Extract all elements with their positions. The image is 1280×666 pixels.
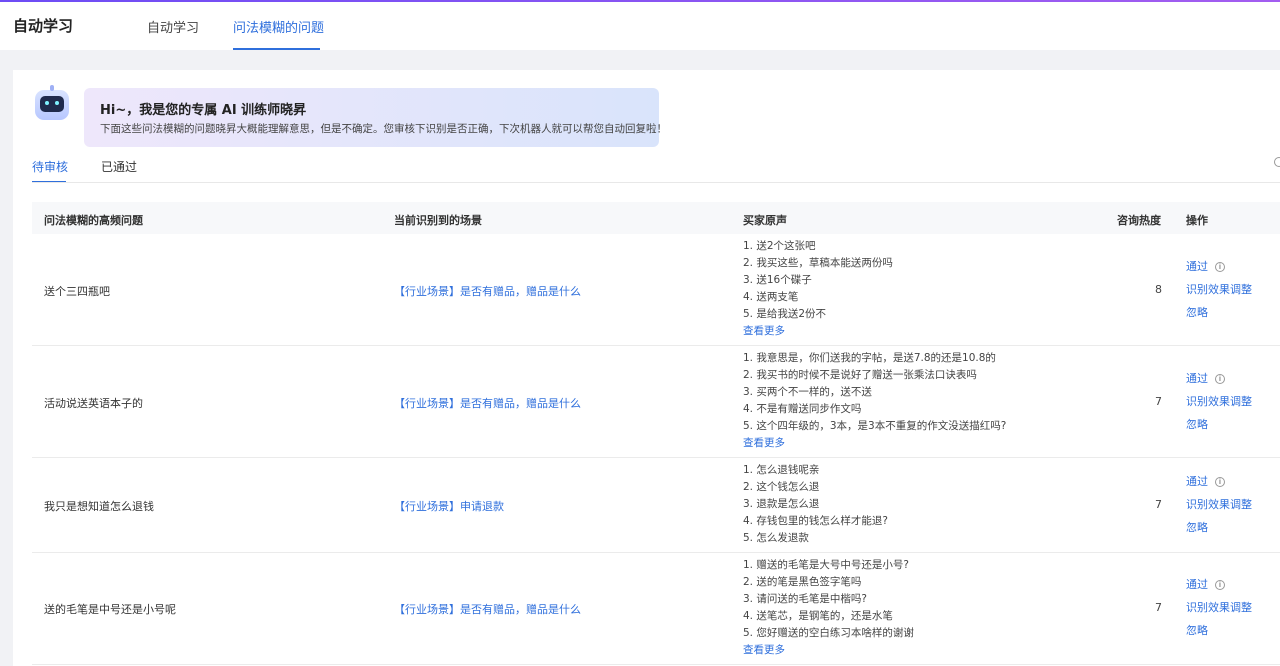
buyer-voice-list: 1. 我意思是，你们送我的字帖，是送7.8的还是10.8的 2. 我买书的时候不… — [743, 350, 1006, 452]
ignore-button[interactable]: 忽略 — [1186, 516, 1252, 539]
buyer-voice-item: 1. 送2个这张吧 — [743, 240, 816, 252]
approve-button[interactable]: 通过 — [1186, 255, 1208, 278]
robot-icon — [35, 85, 69, 120]
buyer-voice-item: 2. 这个钱怎么退 — [743, 481, 820, 493]
approve-button[interactable]: 通过 — [1186, 367, 1208, 390]
top-header: 自动学习 自动学习 问法模糊的问题 — [0, 2, 1280, 50]
buyer-voice-item: 1. 赠送的毛笔是大号中号还是小号? — [743, 559, 909, 571]
tab-pending-review[interactable]: 待审核 — [32, 158, 68, 175]
buyer-voice-item: 5. 您好赠送的空白练习本啥样的谢谢 — [743, 627, 914, 639]
help-icon[interactable] — [1274, 157, 1280, 167]
buyer-voice-item: 3. 送16个碟子 — [743, 274, 812, 286]
heat-value: 7 — [1155, 601, 1162, 614]
adjust-recognition-button[interactable]: 识别效果调整 — [1186, 278, 1252, 301]
question-text: 我只是想知道怎么退钱 — [44, 500, 154, 513]
buyer-voice-item: 3. 退款是怎么退 — [743, 498, 820, 510]
table-row: 送个三四瓶吧 【行业场景】是否有赠品，赠品是什么 1. 送2个这张吧 2. 我买… — [32, 234, 1280, 346]
adjust-recognition-button[interactable]: 识别效果调整 — [1186, 596, 1252, 619]
tab-approved[interactable]: 已通过 — [101, 158, 137, 175]
heat-value: 8 — [1155, 283, 1162, 296]
buyer-voice-item: 4. 存钱包里的钱怎么样才能退? — [743, 515, 888, 527]
row-actions: 通过 i 识别效果调整 忽略 — [1186, 573, 1252, 642]
buyer-voice-list: 1. 赠送的毛笔是大号中号还是小号? 2. 送的笔是黑色签字笔吗 3. 请问送的… — [743, 557, 914, 659]
row-actions: 通过 i 识别效果调整 忽略 — [1186, 470, 1252, 539]
view-more-link[interactable]: 查看更多 — [743, 435, 1006, 452]
info-icon[interactable]: i — [1215, 476, 1225, 487]
approve-button[interactable]: 通过 — [1186, 470, 1208, 493]
ignore-button[interactable]: 忽略 — [1186, 301, 1252, 324]
view-more-link[interactable]: 查看更多 — [743, 323, 893, 340]
scene-link[interactable]: 【行业场景】是否有赠品，赠品是什么 — [394, 395, 581, 411]
row-actions: 通过 i 识别效果调整 忽略 — [1186, 255, 1252, 324]
buyer-voice-item: 2. 我买这些，草稿本能送两份吗 — [743, 257, 893, 269]
ignore-button[interactable]: 忽略 — [1186, 413, 1252, 436]
table-row: 活动说送英语本子的 【行业场景】是否有赠品，赠品是什么 1. 我意思是，你们送我… — [32, 346, 1280, 458]
table-row: 我只是想知道怎么退钱 【行业场景】申请退款 1. 怎么退钱呢亲 2. 这个钱怎么… — [32, 458, 1280, 553]
tabs-divider — [32, 182, 1280, 183]
buyer-voice-list: 1. 送2个这张吧 2. 我买这些，草稿本能送两份吗 3. 送16个碟子 4. … — [743, 238, 893, 340]
scene-link[interactable]: 【行业场景】是否有赠品，赠品是什么 — [394, 283, 581, 299]
buyer-voice-item: 5. 是给我送2份不 — [743, 308, 827, 320]
column-header-question: 问法模糊的高频问题 — [44, 214, 143, 227]
heat-value: 7 — [1155, 498, 1162, 511]
column-header-heat[interactable]: 咨询热度 — [1117, 212, 1161, 228]
buyer-voice-list: 1. 怎么退钱呢亲 2. 这个钱怎么退 3. 退款是怎么退 4. 存钱包里的钱怎… — [743, 462, 888, 547]
buyer-voice-item: 2. 我买书的时候不是说好了赠送一张乘法口诀表吗 — [743, 369, 977, 381]
scene-link[interactable]: 【行业场景】是否有赠品，赠品是什么 — [394, 601, 581, 617]
buyer-voice-item: 3. 请问送的毛笔是中楷吗? — [743, 593, 867, 605]
adjust-recognition-button[interactable]: 识别效果调整 — [1186, 390, 1252, 413]
buyer-voice-item: 2. 送的笔是黑色签字笔吗 — [743, 576, 862, 588]
view-more-link[interactable]: 查看更多 — [743, 642, 914, 659]
table-header: 问法模糊的高频问题 当前识别到的场景 买家原声 咨询热度 操作 — [32, 202, 1280, 234]
active-tab-indicator — [233, 48, 320, 50]
buyer-voice-item: 5. 怎么发退款 — [743, 532, 809, 544]
banner-title: Hi~，我是您的专属 AI 训练师晓昇 — [100, 103, 307, 118]
column-header-scene: 当前识别到的场景 — [394, 214, 482, 227]
ai-trainer-banner: Hi~，我是您的专属 AI 训练师晓昇 下面这些问法模糊的问题晓昇大概能理解意思… — [84, 88, 667, 147]
info-icon[interactable]: i — [1215, 373, 1225, 384]
approve-button[interactable]: 通过 — [1186, 573, 1208, 596]
buyer-voice-item: 4. 送笔芯，是钢笔的，还是水笔 — [743, 610, 893, 622]
buyer-voice-item: 3. 买两个不一样的，送不送 — [743, 386, 872, 398]
banner-subtitle: 下面这些问法模糊的问题晓昇大概能理解意思，但是不确定。您审核下识别是否正确，下次… — [100, 123, 667, 135]
buyer-voice-item: 1. 我意思是，你们送我的字帖，是送7.8的还是10.8的 — [743, 352, 996, 364]
row-actions: 通过 i 识别效果调整 忽略 — [1186, 367, 1252, 436]
ignore-button[interactable]: 忽略 — [1186, 619, 1252, 642]
buyer-voice-item: 5. 这个四年级的，3本，是3本不重复的作文没送描红吗? — [743, 420, 1007, 432]
question-text: 送的毛笔是中号还是小号呢 — [44, 603, 176, 616]
buyer-voice-item: 4. 送两支笔 — [743, 291, 799, 303]
adjust-recognition-button[interactable]: 识别效果调整 — [1186, 493, 1252, 516]
tab-auto-learning[interactable]: 自动学习 — [147, 17, 199, 36]
column-header-buyer-voice: 买家原声 — [743, 214, 787, 227]
buyer-voice-item: 1. 怎么退钱呢亲 — [743, 464, 820, 476]
question-text: 活动说送英语本子的 — [44, 397, 143, 410]
tab-ambiguous-questions[interactable]: 问法模糊的问题 — [233, 17, 324, 36]
table-row: 送的毛笔是中号还是小号呢 【行业场景】是否有赠品，赠品是什么 1. 赠送的毛笔是… — [32, 553, 1280, 665]
heat-value: 7 — [1155, 395, 1162, 408]
column-header-actions: 操作 — [1186, 214, 1208, 227]
app-title: 自动学习 — [13, 17, 74, 35]
buyer-voice-item: 4. 不是有赠送同步作文吗 — [743, 403, 862, 415]
info-icon[interactable]: i — [1215, 261, 1225, 272]
question-text: 送个三四瓶吧 — [44, 285, 110, 298]
info-icon[interactable]: i — [1215, 579, 1225, 590]
scene-link[interactable]: 【行业场景】申请退款 — [394, 498, 504, 514]
